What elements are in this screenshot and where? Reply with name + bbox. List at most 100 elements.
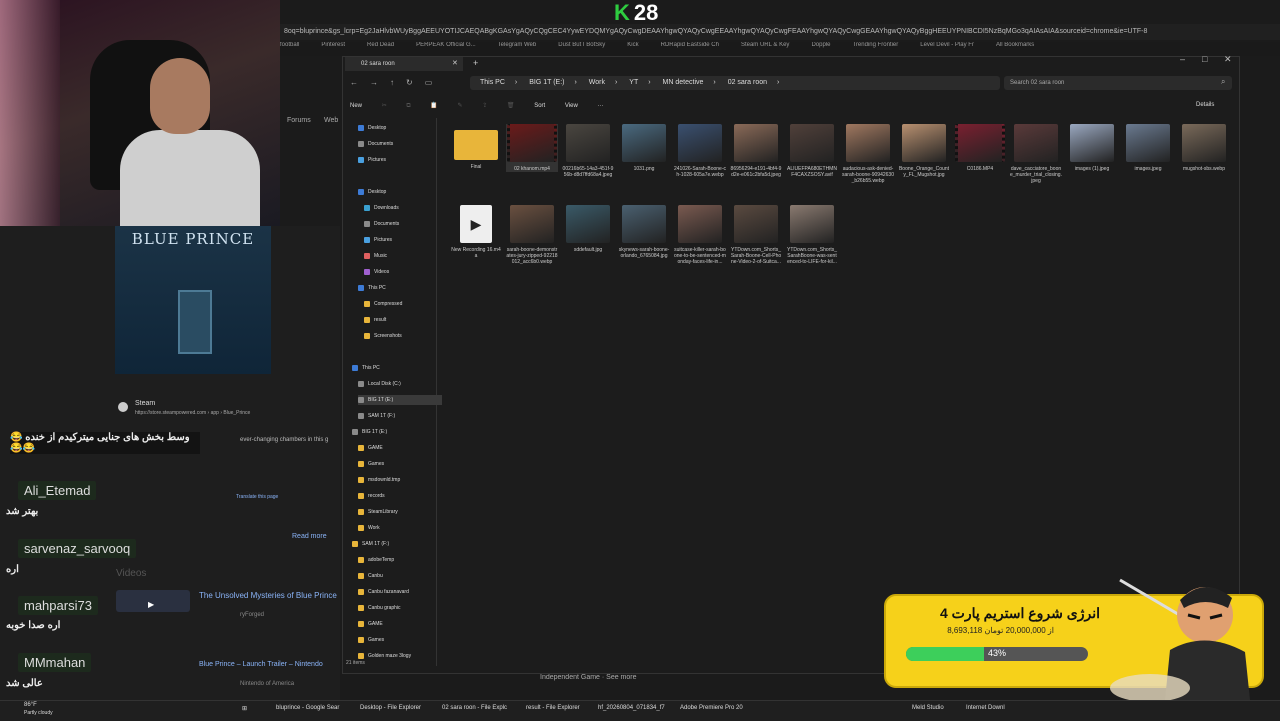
file-item[interactable]: ▶ New Recording 16.m4a	[450, 205, 502, 259]
nav-item[interactable]: Desktop	[358, 123, 442, 133]
new-tab-icon[interactable]: +	[473, 58, 478, 68]
bookmark-item[interactable]: Dopple	[811, 42, 830, 48]
start-icon[interactable]: ⊞	[242, 705, 247, 712]
nav-item[interactable]: Canbu	[358, 571, 442, 581]
nav-item[interactable]: BIG 1T (E:)	[352, 427, 442, 437]
nav-item[interactable]: BIG 1T (E:)	[358, 395, 442, 405]
file-item[interactable]: skynews-sarah-boone-orlando_6765084.jpg	[618, 205, 670, 259]
video2-title[interactable]: Blue Prince – Launch Trailer – Nintendo	[199, 661, 323, 668]
explorer-search-input[interactable]: Search 02 sara roon	[1004, 76, 1232, 90]
nav-item[interactable]: Canbu fazanavard	[358, 587, 442, 597]
bookmark-item[interactable]: Trending Frontier	[852, 42, 898, 48]
crumb-big1t[interactable]: BIG 1T (E:)	[529, 79, 564, 86]
rename-icon[interactable]: ✎	[458, 103, 463, 109]
crumb-yt[interactable]: YT	[629, 79, 638, 86]
nav-forums[interactable]: Forums	[287, 117, 311, 124]
steam-result-title[interactable]: Steam	[135, 400, 155, 407]
file-item[interactable]: YTDown.com_Shorts_SarahBoone-was-sentenc…	[786, 205, 838, 265]
bookmark-item[interactable]: football	[280, 42, 299, 48]
back-icon[interactable]: ←	[350, 78, 358, 87]
steam-result-url[interactable]: https://store.steampowered.com › app › B…	[135, 410, 250, 416]
crumb-this-pc[interactable]: This PC	[480, 79, 505, 86]
share-icon[interactable]: ⇪	[482, 103, 487, 109]
nav-item[interactable]: Local Disk (C:)	[358, 379, 442, 389]
bookmark-item[interactable]: Level Devil - Play Fr	[920, 42, 974, 48]
file-item[interactable]: 86956294-e191-4bf4-9d2e-e061c2bfa5d.jpeg	[730, 124, 782, 178]
nav-item[interactable]: Desktop	[358, 187, 442, 197]
bookmark-item[interactable]: Kick	[627, 42, 638, 48]
nav-item[interactable]: SAM 1T (F:)	[352, 539, 442, 549]
crumb-mn-detective[interactable]: MN detective	[663, 79, 704, 86]
taskbar-item[interactable]: Adobe Premiere Pro 20	[680, 705, 743, 711]
taskbar-item[interactable]: Meld Studio	[912, 705, 944, 711]
file-item[interactable]: 1031.png	[618, 124, 670, 172]
up-icon[interactable]: ↑	[390, 78, 394, 87]
nav-item[interactable]: GAME	[358, 443, 442, 453]
nav-item[interactable]: SteamLibrary	[358, 507, 442, 517]
bookmark-item[interactable]: All Bookmarks	[996, 42, 1034, 48]
taskbar-item[interactable]: bluprince - Google Sear	[276, 705, 339, 711]
nav-item[interactable]: This PC	[358, 283, 442, 293]
bookmark-item[interactable]: Dust But I BotSky	[558, 42, 605, 48]
nav-item[interactable]: Golden maze 3logy	[358, 651, 442, 661]
copy-icon[interactable]: ⧉	[406, 103, 410, 109]
nav-item[interactable]: Games	[358, 459, 442, 469]
nav-item[interactable]: Music	[364, 251, 442, 261]
bookmark-item[interactable]: Steam URL & Key	[741, 42, 789, 48]
bookmark-item[interactable]: PERPEAK Official G...	[416, 42, 476, 48]
nav-item[interactable]: SAM 1T (F:)	[358, 411, 442, 421]
explorer-tab[interactable]: 02 sara roon	[345, 57, 463, 71]
translate-link[interactable]: Translate this page	[236, 494, 278, 500]
file-item[interactable]: images.jpeg	[1122, 124, 1174, 172]
file-item[interactable]: images (1).jpeg	[1066, 124, 1118, 172]
file-item[interactable]: mugshot-sbs.webp	[1178, 124, 1230, 172]
file-item[interactable]: Boone_Orange_County_FL_Mugshot.jpg	[898, 124, 950, 178]
nav-item[interactable]: Pictures	[364, 235, 442, 245]
nav-item[interactable]: adobeTemp	[358, 555, 442, 565]
details-button[interactable]: Details	[1196, 102, 1214, 108]
paste-icon[interactable]: 📋	[430, 103, 437, 109]
bookmark-item[interactable]: Telegram Web	[498, 42, 537, 48]
nav-web[interactable]: Web	[324, 117, 338, 124]
file-item[interactable]: 241026-Sarah-Boone-ch-1028-605a7e.webp	[674, 124, 726, 178]
read-more-link[interactable]: Read more	[292, 533, 327, 540]
file-item[interactable]: ALIUEFPA680ETHMNF4CAXZSOSY.avif	[786, 124, 838, 178]
nav-item[interactable]: Work	[358, 523, 442, 533]
close-window-icon[interactable]: ✕	[1224, 54, 1232, 65]
taskbar-item[interactable]: 02 sara roon - File Explc	[442, 705, 507, 711]
file-item[interactable]: suitcase-killer-sarah-boone-to-be-senten…	[674, 205, 726, 265]
file-item[interactable]: C0186.MP4	[954, 124, 1006, 172]
file-item[interactable]: sddefault.jpg	[562, 205, 614, 253]
nav-item[interactable]: Screenshots	[364, 331, 442, 341]
nav-item[interactable]: Downloads	[364, 203, 442, 213]
explorer-breadcrumb[interactable]: This PC › BIG 1T (E:) › Work › YT › MN detec…	[470, 76, 1000, 90]
taskbar-item[interactable]: Desktop - File Explorer	[360, 705, 421, 711]
new-button[interactable]: New	[350, 103, 362, 109]
minimize-icon[interactable]: –	[1180, 54, 1185, 64]
maximize-icon[interactable]: □	[1202, 54, 1207, 64]
taskbar-item[interactable]: Internet Downl	[966, 705, 1005, 711]
bookmark-item[interactable]: Red Dead	[367, 42, 394, 48]
bookmark-item[interactable]: RDRapid Eastside Ch	[661, 42, 719, 48]
bookmark-item[interactable]: Pinterest	[321, 42, 345, 48]
nav-item[interactable]: GAME	[358, 619, 442, 629]
address-bar[interactable]: 8oq=bluprince&gs_lcrp=Eg2JaHlvbWUyBggAEE…	[280, 24, 1280, 40]
file-item[interactable]: audacious-ask-denied-sarah-boone-9094263…	[842, 124, 894, 184]
independent-game-link[interactable]: Independent Game · See more	[540, 674, 637, 681]
nav-item[interactable]: Compressed	[364, 299, 442, 309]
nav-item[interactable]: Documents	[364, 219, 442, 229]
nav-item[interactable]: This PC	[352, 363, 442, 373]
nav-item[interactable]: result	[364, 315, 442, 325]
file-item[interactable]: dave_cacciatore_boone_murder_trial_closi…	[1010, 124, 1062, 184]
nav-item[interactable]: Documents	[358, 139, 442, 149]
close-tab-icon[interactable]: ✕	[452, 59, 458, 67]
video1-title[interactable]: The Unsolved Mysteries of Blue Prince	[199, 591, 337, 600]
crumb-work[interactable]: Work	[589, 79, 605, 86]
nav-item[interactable]: Canbu graphic	[358, 603, 442, 613]
file-item[interactable]: 00216b65-14a3-451f-956b-d8d7ffd68a4.jpeg	[562, 124, 614, 178]
delete-icon[interactable]: 🗑	[507, 103, 515, 109]
file-item[interactable]: YTDown.com_Shorts_Sarah-Boone-Cell-Phone…	[730, 205, 782, 265]
file-item[interactable]: 02 khanom.mp4	[506, 124, 558, 172]
taskbar-item[interactable]: result - File Explorer	[526, 705, 580, 711]
forward-icon[interactable]: →	[370, 78, 378, 87]
